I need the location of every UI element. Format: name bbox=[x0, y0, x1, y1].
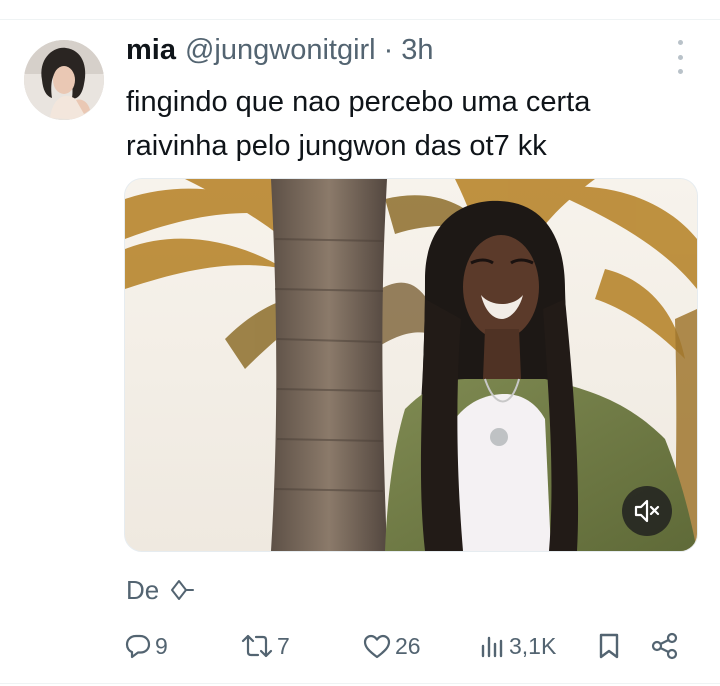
heart-icon bbox=[363, 634, 391, 659]
display-name[interactable]: mia bbox=[126, 34, 176, 67]
more-options-icon[interactable] bbox=[668, 40, 692, 74]
repost-icon bbox=[241, 634, 273, 658]
repost-button[interactable]: 7 bbox=[240, 624, 290, 668]
mute-icon bbox=[634, 499, 660, 523]
bottom-divider bbox=[0, 683, 720, 684]
views-chart-icon bbox=[481, 636, 503, 658]
separator-dot: · bbox=[383, 34, 394, 66]
avatar-image bbox=[24, 40, 104, 120]
like-count: 26 bbox=[395, 632, 421, 659]
share-button[interactable] bbox=[650, 624, 680, 668]
repost-count: 7 bbox=[277, 632, 290, 659]
top-divider bbox=[0, 19, 720, 20]
translate-row[interactable]: De bbox=[126, 574, 195, 606]
share-icon bbox=[651, 632, 678, 660]
like-button[interactable]: 26 bbox=[362, 624, 421, 668]
bookmark-button[interactable] bbox=[596, 624, 622, 668]
video-frame bbox=[125, 179, 697, 551]
avatar[interactable] bbox=[24, 40, 104, 120]
translate-sparkle-icon[interactable] bbox=[167, 578, 195, 602]
video-player[interactable] bbox=[124, 178, 698, 552]
views-count: 3,1K bbox=[509, 632, 557, 659]
reply-button[interactable]: 9 bbox=[124, 624, 168, 668]
reply-icon bbox=[125, 634, 151, 659]
tweet-actions: 9 7 26 3,1K bbox=[120, 624, 690, 668]
timestamp[interactable]: 3h bbox=[401, 34, 433, 67]
tweet-header: mia @jungwonitgirl · 3h bbox=[126, 34, 434, 74]
reply-count: 9 bbox=[155, 632, 168, 659]
views-button[interactable]: 3,1K bbox=[478, 624, 556, 668]
translate-label[interactable]: De bbox=[126, 575, 159, 606]
tweet-text-line: raivinha pelo jungwon das ot7 kk bbox=[126, 130, 547, 162]
mute-button[interactable] bbox=[622, 486, 672, 536]
user-handle[interactable]: @jungwonitgirl bbox=[185, 34, 376, 67]
tweet-text: fingindo que nao percebo uma certa raivi… bbox=[126, 80, 696, 168]
tweet-text-line: fingindo que nao percebo uma certa bbox=[126, 86, 591, 118]
bookmark-icon bbox=[599, 633, 619, 659]
